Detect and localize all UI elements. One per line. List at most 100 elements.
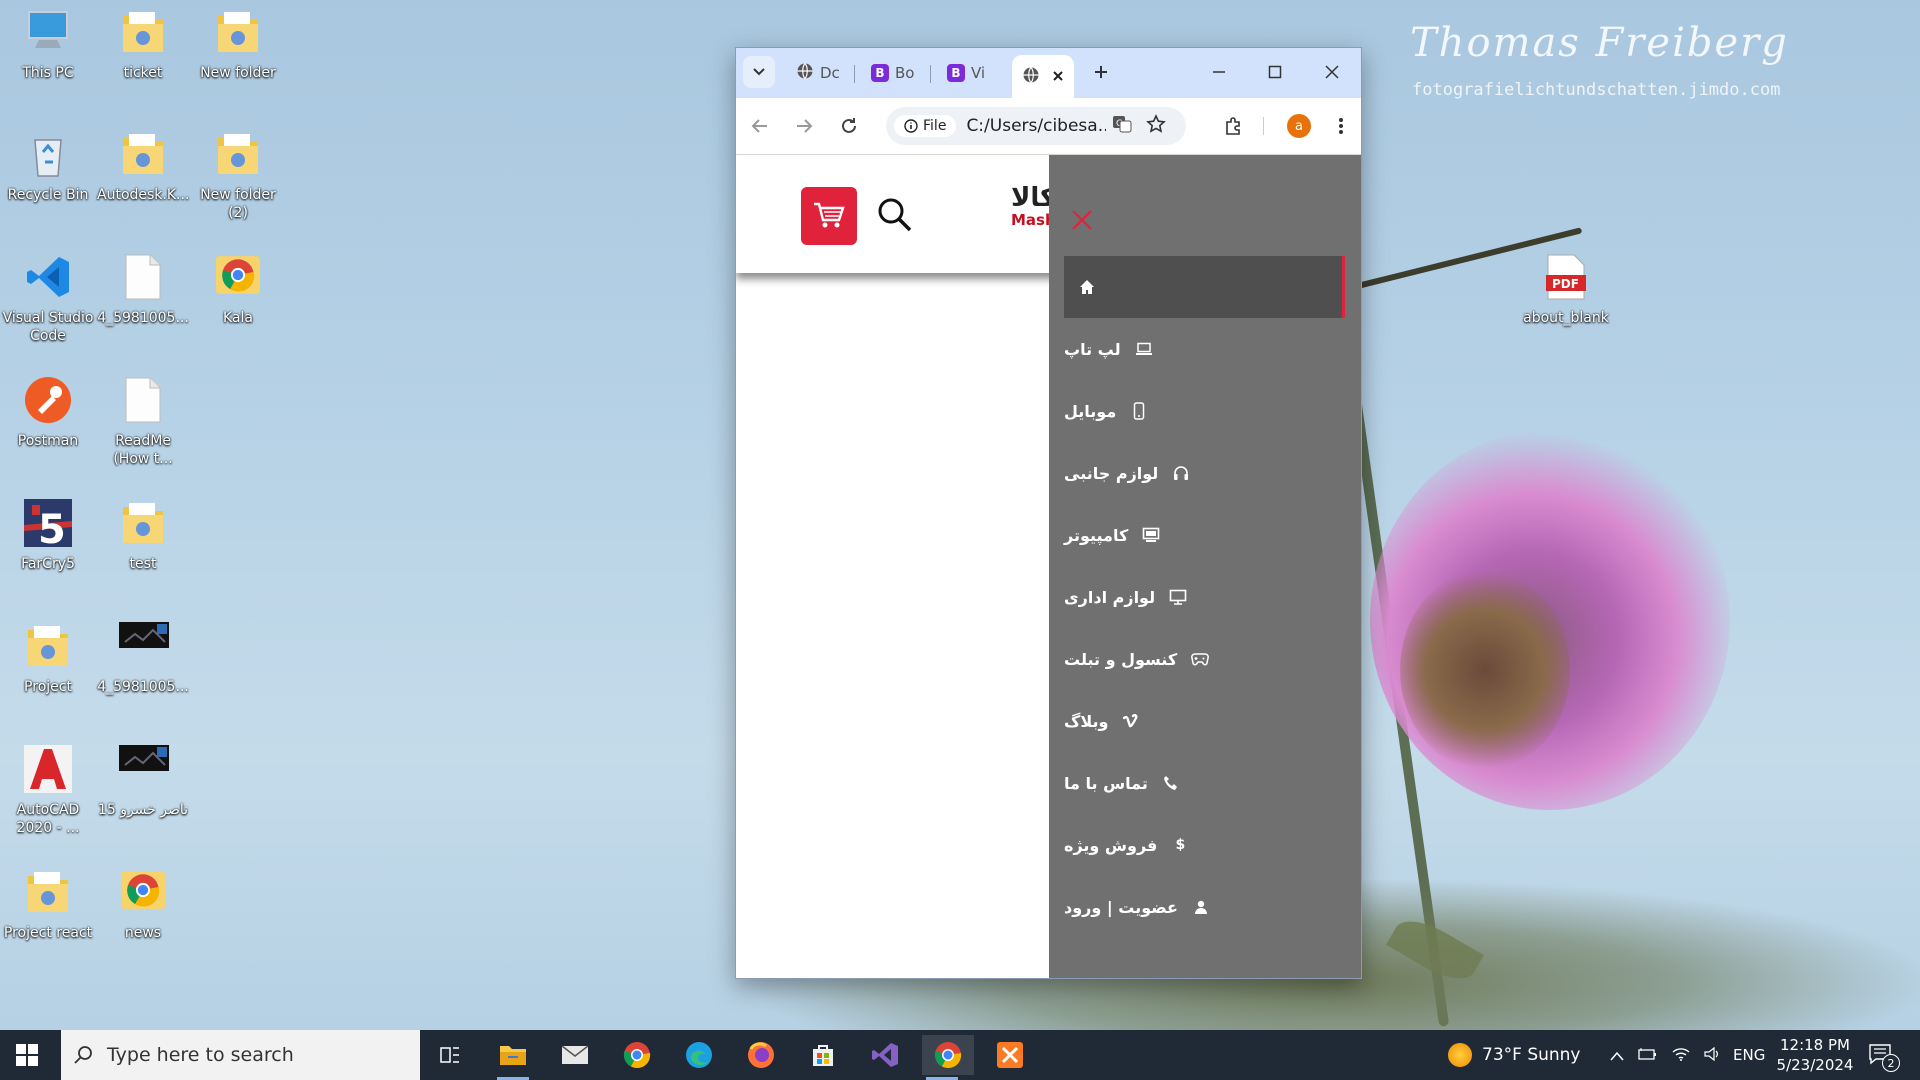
bookmark-star-icon[interactable]: [1146, 114, 1167, 138]
menu-item-mobile[interactable]: موبایل: [1064, 380, 1345, 442]
desktop-icon[interactable]: ناصر خسرو 15: [97, 745, 189, 819]
menu-item-blog[interactable]: وبلاگ: [1064, 690, 1345, 752]
desktop-icon[interactable]: Autodesk.K...: [97, 130, 189, 204]
menu-item-laptop[interactable]: لپ تاپ: [1064, 318, 1345, 380]
site-search-button[interactable]: [873, 193, 917, 237]
reload-button[interactable]: [833, 110, 865, 142]
forward-button[interactable]: [788, 110, 820, 142]
taskbar-store[interactable]: [803, 1035, 843, 1075]
svg-text:PDF: PDF: [1552, 277, 1579, 291]
clock[interactable]: 12:18 PM 5/23/2024: [1775, 1030, 1855, 1080]
start-button[interactable]: [16, 1044, 38, 1070]
desktop-icon-label: This PC: [22, 65, 74, 81]
chrome-icon: [214, 253, 262, 305]
menu-item-console[interactable]: کنسول و تبلت: [1064, 628, 1345, 690]
desktop-icon[interactable]: 4_5981005...: [97, 622, 189, 696]
taskbar-file-explorer[interactable]: [493, 1035, 533, 1080]
taskbar-chrome-active[interactable]: [922, 1035, 974, 1080]
desktop-icon[interactable]: ReadMe (How t...: [97, 376, 189, 468]
profile-button[interactable]: a: [1283, 110, 1315, 142]
language-indicator[interactable]: ENG: [1733, 1030, 1765, 1080]
tab-1[interactable]: Dc: [796, 55, 840, 91]
system-tray-icons[interactable]: [1610, 1030, 1722, 1080]
desktop-icon[interactable]: AutoCAD 2020 - ...: [2, 745, 94, 837]
address-bar[interactable]: File C:/Users/cibesa... G: [886, 107, 1186, 145]
desktop-icon[interactable]: Kala: [192, 253, 284, 327]
home-icon: [1076, 279, 1098, 295]
taskbar-firefox[interactable]: [741, 1035, 781, 1075]
minimize-button[interactable]: [1203, 56, 1235, 88]
menu-item-home[interactable]: [1064, 256, 1345, 318]
weather-text: 73°F Sunny: [1482, 1045, 1581, 1065]
chrome-icon: [934, 1042, 962, 1069]
recycle-bin-icon: [24, 130, 72, 182]
menu-button[interactable]: [1325, 110, 1357, 142]
menu-item-accessories[interactable]: لوازم جانبی: [1064, 442, 1345, 504]
folder-icon: [24, 868, 72, 920]
desktop-icon-label: ticket: [123, 65, 163, 81]
desktop-icon[interactable]: test: [97, 499, 189, 573]
desktop-icon[interactable]: Visual Studio Code: [2, 253, 94, 345]
menu-item-office[interactable]: لوازم اداری: [1064, 566, 1345, 628]
page-viewport: کالا Mash لپ تاپ موبایل لوازم جانبی کامپ…: [736, 155, 1361, 978]
site-info-chip[interactable]: File: [894, 115, 957, 137]
wifi-icon[interactable]: [1672, 1046, 1690, 1065]
taskbar-visual-studio[interactable]: [865, 1035, 905, 1075]
extensions-button[interactable]: [1217, 110, 1249, 142]
cart-button[interactable]: [801, 187, 857, 245]
desktop-icon[interactable]: Postman: [2, 376, 94, 450]
weather-widget[interactable]: 73°F Sunny: [1448, 1030, 1581, 1080]
store-icon: [813, 1045, 833, 1066]
taskbar-edge[interactable]: [679, 1035, 719, 1075]
desktop-icon[interactable]: news: [97, 868, 189, 942]
notification-center-button[interactable]: 2: [1868, 1030, 1900, 1080]
menu-item-special-sale[interactable]: $ فروش ویژه: [1064, 814, 1345, 876]
menu-item-label: لپ تاپ: [1064, 339, 1121, 359]
tab-2[interactable]: B Bo: [871, 55, 914, 91]
close-window-button[interactable]: [1316, 56, 1348, 88]
desktop-icon[interactable]: Project: [2, 622, 94, 696]
desktop-icon[interactable]: PDF about_blank: [1520, 253, 1612, 327]
desktop-icon-label: Project react: [3, 925, 93, 941]
tab-search-button[interactable]: [743, 56, 775, 88]
chevron-up-icon[interactable]: [1610, 1046, 1624, 1065]
taskbar-chrome[interactable]: [617, 1035, 657, 1075]
globe-icon: [796, 62, 814, 84]
menu-item-computer[interactable]: کامپیوتر: [1064, 504, 1345, 566]
desktop-icon[interactable]: ticket: [97, 8, 189, 82]
taskbar-xampp[interactable]: [990, 1035, 1030, 1075]
desktop-icon[interactable]: 5 FarCry5: [2, 499, 94, 573]
desktop-icon[interactable]: Recycle Bin: [2, 130, 94, 204]
volume-icon[interactable]: [1704, 1046, 1722, 1065]
file-icon: [119, 376, 167, 428]
desktop-icon[interactable]: New folder: [192, 8, 284, 82]
mail-icon: [561, 1045, 589, 1064]
desktop-icon[interactable]: New folder (2): [192, 130, 284, 222]
tab-3[interactable]: B Vi: [947, 55, 985, 91]
new-tab-button[interactable]: [1085, 56, 1117, 88]
tab-strip: Dc B Bo B Vi: [736, 48, 1361, 98]
desktop-icon[interactable]: This PC: [2, 8, 94, 82]
menu-item-label: لوازم اداری: [1064, 587, 1156, 607]
desktop-icon[interactable]: Project react: [2, 868, 94, 942]
back-button[interactable]: [744, 110, 776, 142]
translate-icon[interactable]: G: [1112, 114, 1132, 138]
desktop-icon[interactable]: 4_5981005...: [97, 253, 189, 327]
menu-item-login[interactable]: عضویت | ورود: [1064, 876, 1345, 938]
menu-item-contact[interactable]: تماس با ما: [1064, 752, 1345, 814]
desktop-icon-label: Visual Studio Code: [2, 310, 94, 344]
tab-separator: [854, 65, 855, 83]
url-text[interactable]: C:/Users/cibesa...: [966, 116, 1106, 136]
tab-active[interactable]: [1012, 55, 1074, 98]
taskbar-mail[interactable]: [555, 1035, 595, 1075]
task-view-button[interactable]: [430, 1035, 470, 1075]
maximize-button[interactable]: [1259, 56, 1291, 88]
wallpaper-watermark: Thomas Freiberg: [1410, 20, 1789, 66]
taskbar-search[interactable]: Type here to search: [61, 1030, 420, 1080]
desktop-icon-label: 4_5981005...: [97, 679, 189, 695]
tab-close-button[interactable]: [1052, 68, 1064, 86]
battery-icon[interactable]: [1638, 1046, 1658, 1065]
taskbar-search-placeholder: Type here to search: [107, 1044, 294, 1066]
browser-toolbar: File C:/Users/cibesa... G a: [736, 98, 1361, 155]
drawer-close-button[interactable]: [1071, 207, 1093, 237]
